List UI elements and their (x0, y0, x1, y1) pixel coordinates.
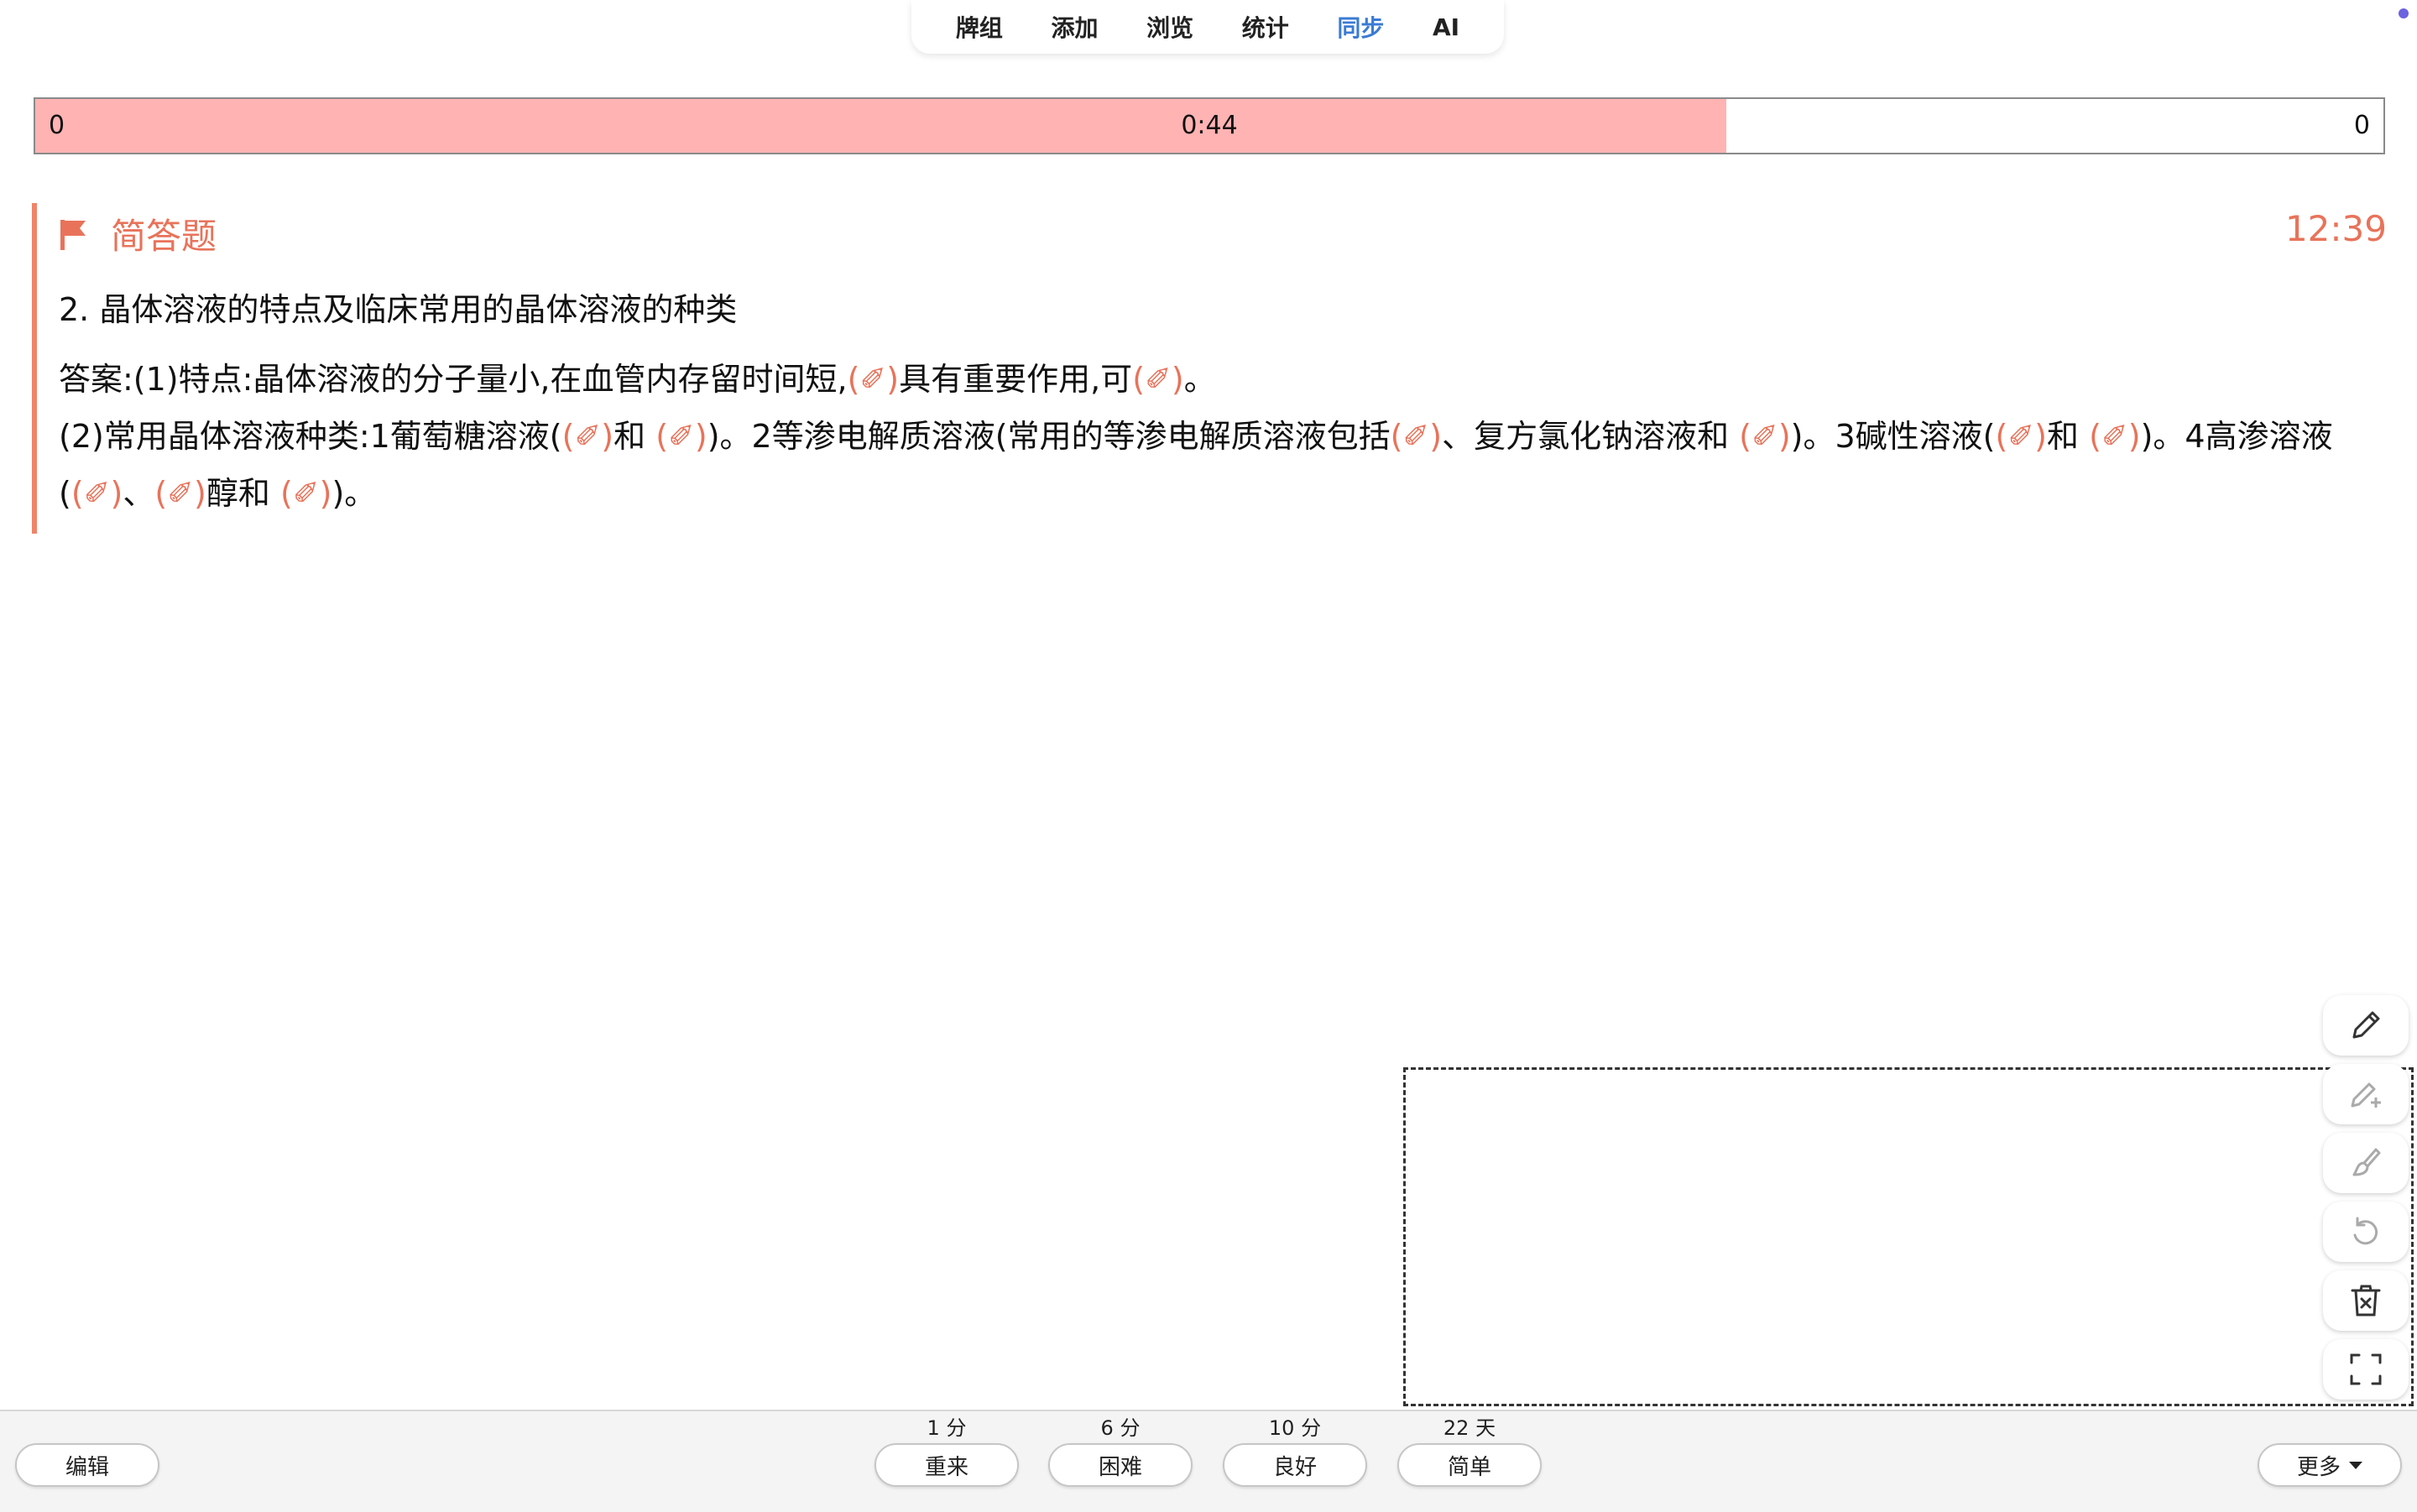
tab-stats[interactable]: 统计 (1234, 3, 1297, 50)
answer-segment: 、复方氯化钠溶液和 (1442, 418, 1740, 455)
undo-button[interactable] (2323, 1202, 2409, 1262)
cloze-blank: (✐) (1132, 361, 1184, 398)
question-text: 2. 晶体溶液的特点及临床常用的晶体溶液的种类 (59, 291, 738, 328)
cloze-blank: (✐) (70, 475, 123, 512)
cloze-blank: (✐) (1390, 418, 1443, 455)
cloze-blank: (✐) (2089, 418, 2141, 455)
tab-sync[interactable]: 同步 (1329, 3, 1392, 50)
cloze-blank: (✐) (1739, 418, 1791, 455)
ease-interval-good: 10 分 (1268, 1416, 1322, 1440)
fullscreen-icon (2350, 1353, 2382, 1385)
tab-browse[interactable]: 浏览 (1138, 3, 1202, 50)
bottom-bar (0, 1410, 2417, 1512)
more-label: 更多 (2296, 1454, 2341, 1480)
cloze-blank: (✐) (154, 475, 206, 512)
answer-segment: 和 (613, 418, 656, 455)
answer-segment: 和 (2047, 418, 2090, 455)
tab-ai[interactable]: AI (1424, 7, 1468, 48)
answer-line-1: 答案:(1)特点:晶体溶液的分子量小,在血管内存留时间短,(✐)具有重要作用,可… (59, 351, 2387, 408)
review-card: 简答题 12:39 2. 晶体溶液的特点及临床常用的晶体溶液的种类 答案:(1)… (32, 203, 2387, 534)
brush-button[interactable] (2323, 1133, 2409, 1193)
easy-button[interactable]: 简单 (1397, 1443, 1542, 1487)
answer-segment: 醇和 (206, 475, 280, 512)
card-elapsed-time: 12:39 (2284, 208, 2387, 249)
clear-button[interactable] (2323, 1270, 2409, 1331)
tab-decks[interactable]: 牌组 (947, 3, 1011, 50)
pencil-icon (2352, 1011, 2380, 1039)
hard-button[interactable]: 困难 (1048, 1443, 1193, 1487)
ease-interval-again: 1 分 (927, 1416, 967, 1440)
ease-interval-easy: 22 天 (1443, 1416, 1496, 1440)
answer-segment: )。3碱性溶液( (1790, 418, 1996, 455)
answer-segment: 具有重要作用,可 (899, 361, 1133, 398)
top-nav: 牌组 添加 浏览 统计 同步 AI (911, 0, 1504, 54)
flag-icon (60, 220, 86, 250)
again-button[interactable]: 重来 (874, 1443, 1019, 1487)
timer-right-value: 0 (2353, 111, 2370, 140)
cloze-blank: (✐) (847, 361, 900, 398)
pencil-plus-button[interactable] (2323, 1064, 2409, 1124)
undo-icon (2353, 1217, 2378, 1245)
trash-icon (2351, 1285, 2381, 1316)
caret-down-icon (2349, 1461, 2362, 1469)
ease-interval-hard: 6 分 (1100, 1416, 1141, 1440)
brush-icon (2352, 1148, 2381, 1176)
card-header: 简答题 12:39 (59, 203, 2387, 262)
fullscreen-button[interactable] (2323, 1339, 2409, 1400)
answer-text: 答案:(1)特点:晶体溶液的分子量小,在血管内存留时间短,(✐)具有重要作用,可… (59, 351, 2387, 522)
answer-segment: )。 (331, 475, 377, 512)
more-button[interactable]: 更多 (2258, 1443, 2402, 1487)
good-button[interactable]: 良好 (1223, 1443, 1367, 1487)
status-dot (2399, 8, 2409, 18)
answer-segment: 答案:(1)特点:晶体溶液的分子量小,在血管内存留时间短, (59, 361, 848, 398)
drawing-canvas[interactable] (1403, 1067, 2414, 1406)
pencil-plus-icon (2351, 1082, 2381, 1108)
answer-segment: 、 (123, 475, 155, 512)
cloze-blank: (✐) (279, 475, 332, 512)
answer-segment: (2)常用晶体溶液种类:1葡萄糖溶液( (59, 418, 562, 455)
answer-segment: )。2等渗电解质溶液(常用的等渗电解质溶液包括 (707, 418, 1391, 455)
edit-button[interactable]: 编辑 (15, 1443, 159, 1487)
cloze-blank: (✐) (561, 418, 614, 455)
answer-segment: 。 (1183, 361, 1216, 398)
answer-line-2: (2)常用晶体溶液种类:1葡萄糖溶液((✐)和 (✐))。2等渗电解质溶液(常用… (59, 408, 2387, 522)
timer-bar: 0 0:44 0 (34, 97, 2385, 154)
pencil-button[interactable] (2323, 995, 2409, 1056)
timer-center-value: 0:44 (1181, 111, 1238, 140)
cloze-blank: (✐) (655, 418, 707, 455)
card-type-label: 简答题 (111, 216, 217, 257)
cloze-blank: (✐) (1995, 418, 2048, 455)
tab-add[interactable]: 添加 (1042, 3, 1106, 50)
